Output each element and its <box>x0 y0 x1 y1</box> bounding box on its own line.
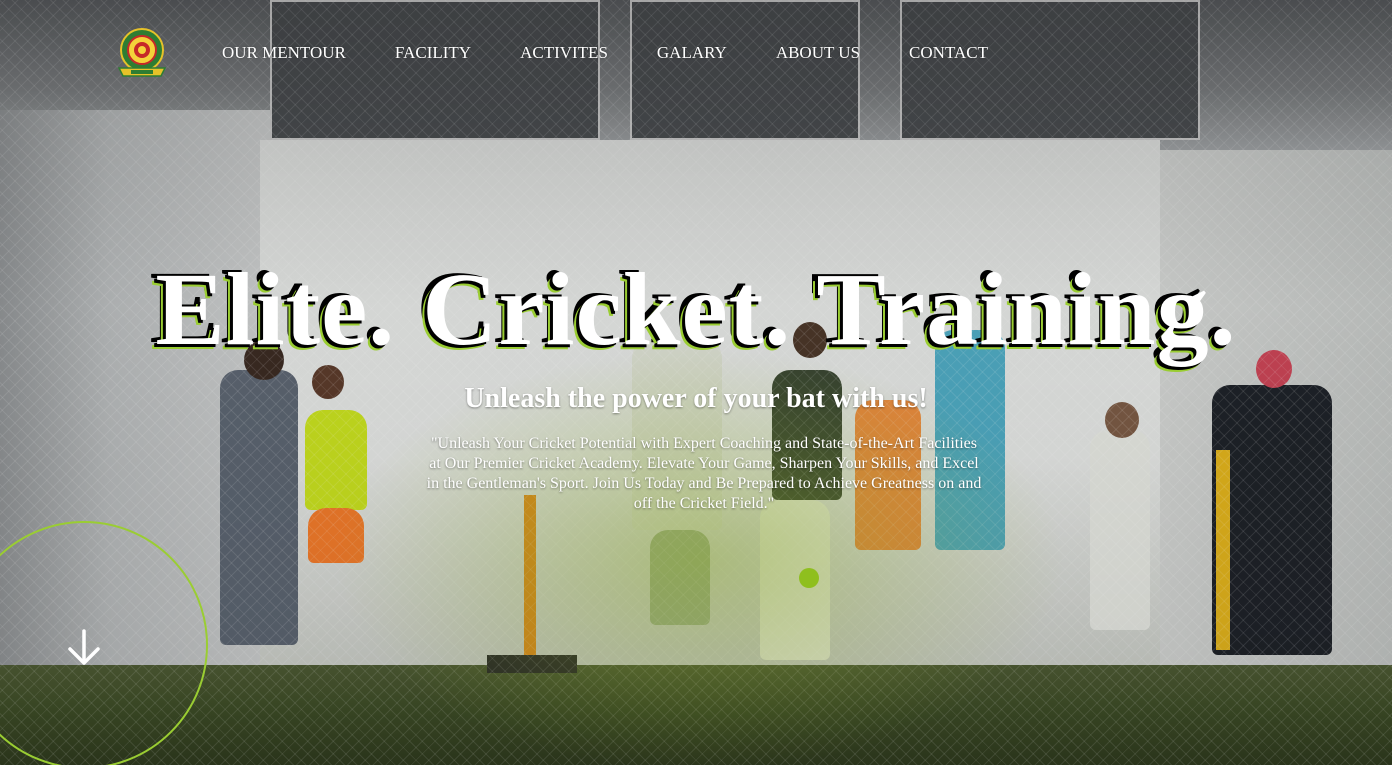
hero-description: "Unleash Your Cricket Potential with Exp… <box>426 435 982 512</box>
nav-item-about-us[interactable]: ABOUT US <box>776 42 860 64</box>
slider-dot-icon[interactable] <box>799 568 819 588</box>
hero-headline: Elite. Cricket. Training. <box>155 252 1237 367</box>
arrow-down-icon[interactable] <box>66 628 102 668</box>
nav-item-our-mentour[interactable]: OUR MENTOUR <box>222 42 346 64</box>
hero-section: OUR MENTOUR FACILITY ACTIVITES GALARY AB… <box>0 0 1392 765</box>
academy-crest-logo[interactable] <box>117 28 167 80</box>
hero-subheadline: Unleash the power of your bat with us! <box>464 383 928 414</box>
nav-item-activites[interactable]: ACTIVITES <box>520 42 608 64</box>
nav-item-galary[interactable]: GALARY <box>657 42 727 64</box>
nav-item-facility[interactable]: FACILITY <box>395 42 471 64</box>
main-nav: OUR MENTOUR FACILITY ACTIVITES GALARY AB… <box>222 42 988 64</box>
nav-item-contact[interactable]: CONTACT <box>909 42 988 64</box>
